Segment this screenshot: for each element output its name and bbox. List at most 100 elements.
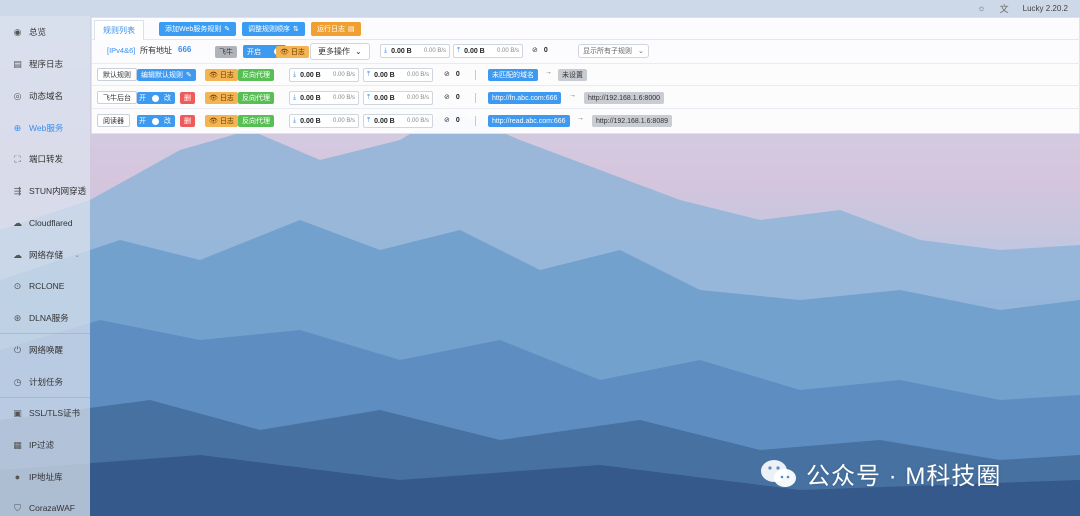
- ddns-icon: ◎: [13, 90, 22, 101]
- sidebar-item-logs[interactable]: ▤ 程序日志: [0, 53, 90, 75]
- rule-type-tag: 反向代理: [238, 115, 274, 127]
- upload-total: 0.00 B: [374, 94, 395, 102]
- download-total: 0.00 B: [300, 71, 321, 79]
- rule-type-tag: 反向代理: [238, 69, 274, 81]
- toggle-label: 开: [139, 118, 146, 125]
- connection-count: 0: [543, 46, 548, 54]
- rule-upload-stat: ⤒ 0.00 B 0.00 B/s: [363, 68, 433, 82]
- top-bar: ☼ 文 Lucky 2.20.2: [0, 0, 1080, 16]
- rule-upload-stat: ⤒ 0.00 B 0.00 B/s: [363, 114, 433, 128]
- person-icon: ●: [14, 472, 21, 482]
- connection-count: 0: [455, 70, 460, 78]
- sidebar-item-stun[interactable]: ⇶ STUN内网穿透: [0, 180, 90, 202]
- rule-connections: ⊘ 0: [444, 116, 460, 125]
- sidebar-item-port-forward[interactable]: ⛶ 端口转发: [0, 148, 90, 170]
- wol-icon: ⏻: [13, 344, 22, 355]
- stun-icon: ⇶: [13, 185, 22, 196]
- sidebar-item-wol[interactable]: ⏻ 网络唤醒: [0, 339, 90, 361]
- wechat-icon: [761, 459, 796, 487]
- log-label: 日志: [219, 72, 234, 79]
- rule-row: 阅读器 开 改 删 👁 日志 反向代理 ⤓ 0.00 B 0.00 B/s ⤒ …: [92, 110, 1080, 132]
- sidebar-item-label: Cloudflared: [29, 218, 73, 228]
- rule-delete-button[interactable]: 删: [180, 115, 195, 127]
- sidebar-item-label: 端口转发: [29, 154, 64, 164]
- address-label: 所有地址: [140, 46, 172, 55]
- edit-icon: ✎: [186, 72, 192, 79]
- listener-upload-stat: ⤒ 0.00 B 0.00 B/s: [453, 44, 523, 58]
- download-total: 0.00 B: [300, 94, 321, 102]
- sidebar-item-label: 动态域名: [29, 91, 64, 101]
- rule-log-button[interactable]: 👁 日志: [205, 69, 238, 81]
- eye-icon: 👁: [209, 72, 218, 79]
- link-icon: ⊘: [444, 71, 450, 78]
- more-actions-dropdown[interactable]: 更多操作 ⌄: [310, 43, 370, 60]
- listener-download-stat: ⤓ 0.00 B 0.00 B/s: [380, 44, 450, 58]
- rule-download-stat: ⤓ 0.00 B 0.00 B/s: [289, 91, 359, 105]
- show-subrules-select[interactable]: 显示所有子规则 ⌄: [578, 44, 649, 58]
- rule-enable-toggle[interactable]: 开: [137, 115, 162, 127]
- arrow-right-icon: →: [569, 92, 576, 99]
- sidebar-item-label: 程序日志: [29, 59, 64, 69]
- upload-total: 0.00 B: [464, 47, 485, 55]
- sidebar-item-overview[interactable]: ◉ 总览: [0, 21, 90, 43]
- chevron-down-icon: ⌄: [74, 252, 80, 259]
- log-icon: ▤: [348, 26, 355, 33]
- sidebar-item-web-service[interactable]: ⊕ Web服务: [0, 117, 90, 139]
- rule-delete-button[interactable]: 删: [180, 92, 195, 104]
- upload-total: 0.00 B: [374, 71, 395, 79]
- sidebar-item-waf[interactable]: ⛉ CorazaWAF: [0, 497, 90, 516]
- sidebar-item-ip-filter[interactable]: ▦ IP过滤: [0, 434, 90, 456]
- theme-icon[interactable]: ☼: [977, 3, 985, 13]
- arrow-right-icon: →: [577, 115, 584, 122]
- translate-icon[interactable]: 文: [1000, 2, 1009, 15]
- watermark-text: 公众号 · M科技圈: [806, 463, 1002, 490]
- reorder-button[interactable]: 调整规则顺序 ⇅: [242, 22, 305, 36]
- rule-name: 飞牛后台: [97, 91, 137, 104]
- upload-rate: 0.00 B/s: [406, 72, 429, 78]
- log-label: 日志: [219, 118, 234, 125]
- rule-row-default: 默认规则 编辑默认规则 ✎ 👁 日志 反向代理 ⤓ 0.00 B 0.00 B/…: [92, 64, 1080, 86]
- sidebar-item-dlna[interactable]: ⊛ DLNA服务: [0, 307, 90, 329]
- link-icon: ⊘: [532, 47, 538, 54]
- rule-log-button[interactable]: 👁 日志: [205, 115, 238, 127]
- sort-icon: ⇅: [293, 26, 299, 33]
- sidebar-item-tasks[interactable]: ◷ 计划任务: [0, 371, 90, 393]
- listener-row: [IPv4&6] 所有地址 666 飞牛 开启 👁 日志 更多操作 ⌄ ⤓ 0.…: [92, 40, 1080, 64]
- sidebar-item-cloudflared[interactable]: ☁ Cloudflared: [0, 212, 90, 234]
- filter-icon: ▦: [13, 439, 22, 450]
- upload-rate: 0.00 B/s: [406, 95, 429, 101]
- rule-edit-button[interactable]: 改: [160, 115, 175, 127]
- sidebar-item-rclone[interactable]: ⊙ RCLONE: [0, 275, 90, 297]
- sidebar-item-label: 总览: [29, 27, 47, 37]
- run-log-label: 运行日志: [317, 26, 345, 33]
- rule-log-button[interactable]: 👁 日志: [205, 92, 238, 104]
- version-label: Lucky 2.20.2: [1022, 3, 1068, 13]
- port-forward-icon: ⛶: [14, 153, 21, 164]
- connection-count: 0: [455, 116, 460, 124]
- tab-rule-list[interactable]: 规则列表: [94, 20, 144, 40]
- download-icon: ⤓: [293, 117, 297, 124]
- edit-default-rule-button[interactable]: 编辑默认规则 ✎: [137, 69, 196, 81]
- listener-log-button[interactable]: 👁 日志: [276, 46, 309, 58]
- globe-icon: ⊕: [13, 122, 22, 133]
- rule-edit-button[interactable]: 改: [160, 92, 175, 104]
- sidebar-item-ddns[interactable]: ◎ 动态域名: [0, 85, 90, 107]
- sidebar-item-storage[interactable]: ☁ 网络存储 ⌄: [0, 244, 90, 266]
- rule-enable-toggle[interactable]: 开: [137, 92, 162, 104]
- reorder-label: 调整规则顺序: [248, 26, 290, 33]
- run-log-button[interactable]: 运行日志 ▤: [311, 22, 361, 36]
- sidebar-item-ip-db[interactable]: ● IP地址库: [0, 466, 90, 488]
- add-rule-button[interactable]: 添加Web服务规则 ✎: [159, 22, 237, 36]
- rule-connections: ⊘ 0: [444, 93, 460, 102]
- download-icon: ⤓: [293, 94, 297, 101]
- listener-name-tag: 飞牛: [215, 46, 237, 58]
- certificate-icon: ▣: [13, 407, 22, 418]
- sidebar: ◉ 总览 ▤ 程序日志 ◎ 动态域名 ⊕ Web服务 ⛶ 端口转发 ⇶ STUN…: [0, 16, 90, 516]
- rule-row: 飞牛后台 开 改 删 👁 日志 反向代理 ⤓ 0.00 B 0.00 B/s ⤒…: [92, 87, 1080, 109]
- log-label: 日志: [219, 95, 234, 102]
- add-rule-label: 添加Web服务规则: [165, 26, 222, 33]
- rule-download-stat: ⤓ 0.00 B 0.00 B/s: [289, 68, 359, 82]
- eye-icon: 👁: [209, 95, 218, 102]
- sidebar-item-ssl[interactable]: ▣ SSL/TLS证书: [0, 402, 90, 424]
- more-actions-label: 更多操作: [318, 47, 350, 56]
